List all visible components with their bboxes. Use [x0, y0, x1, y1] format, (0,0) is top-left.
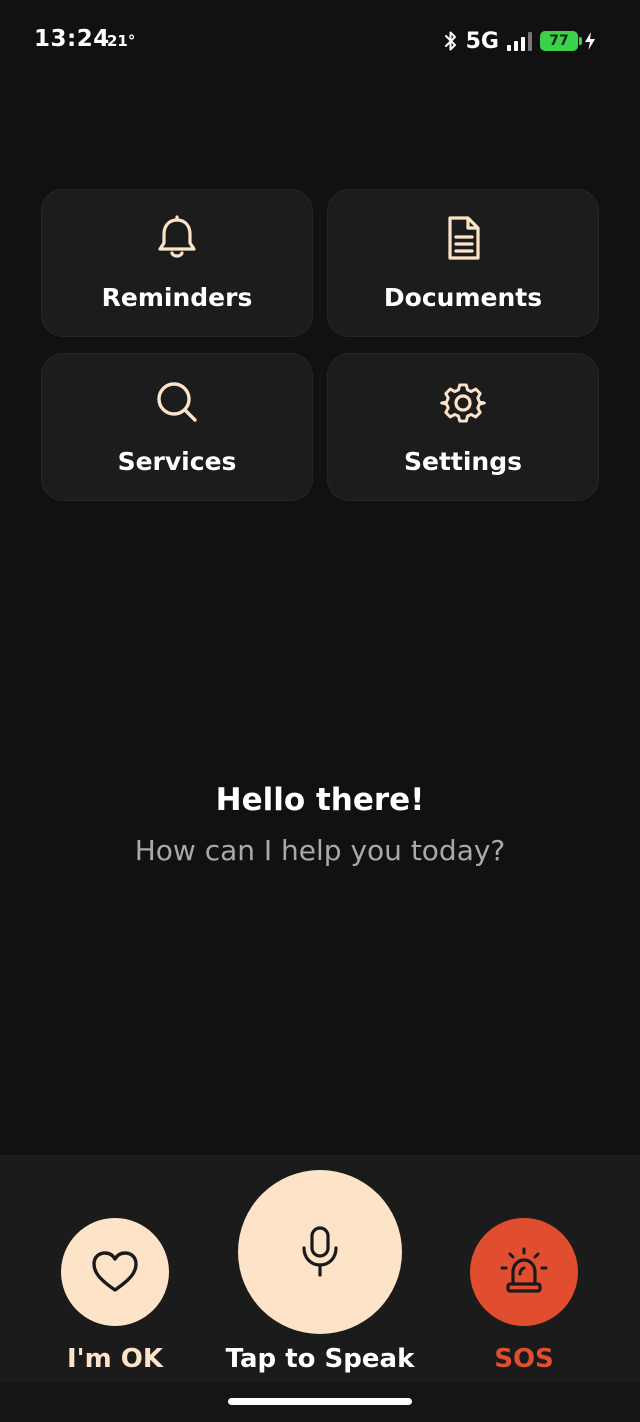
tap-to-speak-label: Tap to Speak	[225, 1344, 415, 1374]
settings-tile[interactable]: Settings	[327, 353, 599, 501]
status-temperature: 21°	[107, 32, 136, 50]
sos-label: SOS	[494, 1344, 554, 1374]
network-type: 5G	[465, 28, 499, 54]
services-tile[interactable]: Services	[41, 353, 313, 501]
tap-to-speak-button[interactable]	[238, 1170, 402, 1334]
greeting-subtitle: How can I help you today?	[134, 834, 506, 867]
documents-tile[interactable]: Documents	[327, 189, 599, 337]
im-ok-label: I'm OK	[66, 1344, 164, 1374]
siren-icon	[500, 1247, 548, 1293]
greeting: Hello there! How can I help you today?	[0, 782, 640, 867]
bell-icon	[158, 215, 196, 258]
im-ok-button[interactable]	[61, 1218, 169, 1326]
reminders-label: Reminders	[101, 283, 253, 312]
microphone-icon	[302, 1226, 338, 1277]
greeting-title: Hello there!	[215, 782, 425, 818]
sos-button[interactable]	[470, 1218, 578, 1326]
battery-icon: 77	[540, 31, 596, 51]
settings-label: Settings	[403, 447, 522, 476]
search-icon	[157, 382, 197, 422]
status-indicators: 5G 77	[444, 26, 596, 56]
status-time: 13:24	[34, 26, 110, 52]
quick-actions-grid: Reminders Documents Services Settings	[41, 189, 599, 501]
services-label: Services	[117, 447, 237, 476]
heart-icon	[92, 1251, 138, 1292]
document-icon	[448, 216, 480, 260]
battery-level: 77	[540, 31, 578, 51]
charging-bolt-icon	[585, 32, 595, 50]
bluetooth-icon	[444, 31, 456, 51]
signal-strength-icon	[507, 31, 532, 51]
gear-icon	[440, 383, 486, 423]
reminders-tile[interactable]: Reminders	[41, 189, 313, 337]
home-indicator[interactable]	[228, 1398, 412, 1405]
status-bar: 13:24 21° 5G 77	[0, 0, 640, 80]
documents-label: Documents	[383, 283, 543, 312]
